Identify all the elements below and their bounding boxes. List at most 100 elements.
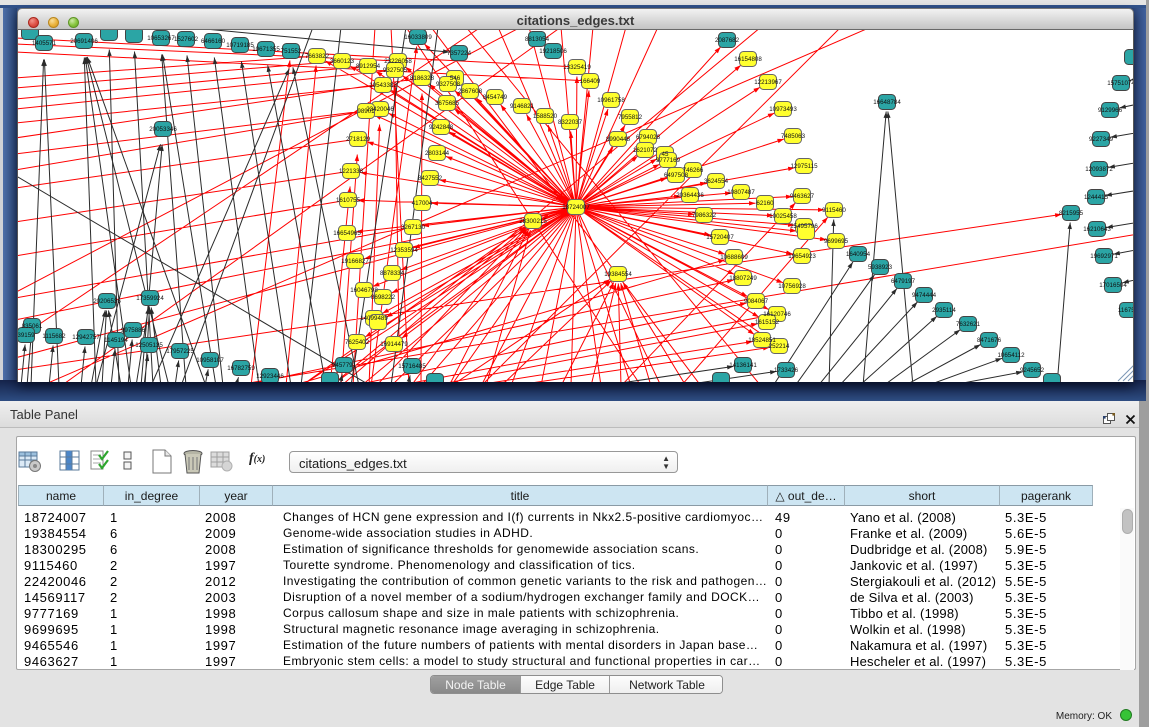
svg-text:16033809: 16033809 [404, 34, 432, 41]
svg-text:20053346: 20053346 [149, 126, 177, 133]
svg-text:9474444: 9474444 [912, 292, 937, 299]
svg-text:8990448: 8990448 [606, 136, 631, 143]
svg-text:17957225: 17957225 [166, 348, 194, 355]
svg-text:25495796: 25495796 [790, 223, 818, 230]
svg-text:8322037: 8322037 [558, 119, 583, 126]
svg-text:16120746: 16120746 [763, 311, 791, 318]
svg-text:2087682: 2087682 [715, 37, 740, 44]
svg-text:12353594: 12353594 [390, 247, 418, 254]
svg-text:9327508: 9327508 [436, 81, 461, 88]
svg-text:9463627: 9463627 [790, 193, 815, 200]
svg-text:3675685: 3675685 [435, 100, 460, 107]
svg-text:23226058: 23226058 [384, 58, 412, 65]
svg-text:116753: 116753 [1118, 307, 1134, 314]
svg-text:1527602: 1527602 [174, 36, 199, 43]
svg-text:8912954: 8912954 [356, 63, 381, 70]
svg-text:9777169: 9777169 [656, 157, 681, 164]
svg-text:10719185: 10719185 [226, 42, 254, 49]
svg-text:19384554: 19384554 [604, 271, 632, 278]
svg-text:20691406: 20691406 [70, 38, 98, 45]
svg-text:1610755: 1610755 [336, 197, 361, 204]
svg-text:6794028: 6794028 [636, 134, 661, 141]
svg-text:9457791: 9457791 [332, 362, 357, 369]
svg-text:28300215: 28300215 [519, 218, 547, 225]
svg-text:10543382: 10543382 [369, 82, 397, 89]
svg-text:18724007: 18724007 [562, 204, 590, 211]
svg-text:16782759: 16782759 [227, 365, 255, 372]
svg-text:8813054: 8813054 [525, 36, 550, 43]
svg-text:751552: 751552 [281, 48, 302, 55]
svg-text:12923446: 12923446 [256, 373, 284, 380]
svg-text:10973493: 10973493 [769, 106, 797, 113]
svg-text:8878334: 8878334 [380, 270, 405, 277]
svg-text:1615152: 1615152 [755, 319, 780, 326]
svg-text:7625402: 7625402 [345, 339, 370, 346]
svg-text:2935114: 2935114 [932, 307, 956, 314]
svg-text:7357224: 7357224 [447, 50, 472, 57]
svg-text:14136141: 14136141 [729, 362, 757, 369]
svg-text:9227349: 9227349 [1089, 136, 1114, 143]
svg-text:8698222: 8698222 [371, 294, 396, 301]
svg-text:16154808: 16154808 [734, 56, 762, 63]
svg-text:3660123: 3660123 [330, 58, 355, 65]
svg-text:9084067: 9084067 [744, 298, 769, 305]
svg-text:9327505: 9327505 [383, 67, 408, 74]
svg-text:1640954: 1640954 [846, 251, 871, 258]
svg-text:19218506: 19218506 [539, 48, 567, 55]
svg-text:62160: 62160 [756, 200, 774, 207]
svg-text:10958107: 10958107 [196, 357, 224, 364]
svg-text:12505135: 12505135 [135, 342, 163, 349]
svg-text:1221338: 1221338 [339, 168, 364, 175]
svg-text:9975886: 9975886 [121, 327, 146, 334]
svg-text:6466160: 6466160 [201, 38, 226, 45]
svg-text:5938923: 5938923 [868, 264, 893, 271]
svg-text:15751074: 15751074 [1107, 80, 1134, 87]
svg-text:8186328: 8186328 [410, 75, 435, 82]
svg-text:2867608: 2867608 [458, 88, 483, 95]
svg-text:1621072: 1621072 [633, 147, 658, 154]
svg-text:417004: 417004 [412, 200, 433, 207]
svg-text:7663822: 7663822 [305, 53, 330, 60]
svg-text:12975115: 12975115 [790, 163, 818, 170]
svg-text:9242848: 9242848 [429, 124, 454, 131]
svg-text:2718129: 2718129 [346, 136, 371, 143]
svg-text:10807487: 10807487 [727, 189, 755, 196]
svg-text:3624554: 3624554 [704, 178, 729, 185]
svg-text:19692971: 19692971 [1090, 253, 1118, 260]
svg-text:835061: 835061 [22, 323, 43, 330]
svg-text:20206536: 20206536 [93, 298, 121, 305]
svg-text:1244415: 1244415 [1084, 194, 1109, 201]
svg-text:1588520: 1588520 [533, 113, 558, 120]
svg-text:10025458: 10025458 [769, 213, 797, 220]
svg-text:9115460: 9115460 [822, 207, 846, 214]
svg-text:8471676: 8471676 [977, 337, 1002, 344]
svg-text:166409: 166409 [580, 78, 601, 85]
svg-text:18807249: 18807249 [729, 275, 757, 282]
svg-text:17359924: 17359924 [136, 295, 164, 302]
svg-text:3267130: 3267130 [401, 224, 426, 231]
svg-text:10688609: 10688609 [720, 254, 748, 261]
svg-text:1145194: 1145194 [104, 337, 128, 344]
svg-text:1115682: 1115682 [42, 333, 66, 340]
svg-text:39159: 39159 [18, 332, 35, 339]
svg-text:10671355: 10671355 [252, 46, 280, 53]
svg-text:12213967: 12213967 [754, 79, 782, 86]
svg-text:6479197: 6479197 [891, 278, 916, 285]
svg-text:16914479: 16914479 [380, 341, 408, 348]
svg-text:6497508: 6497508 [664, 172, 689, 179]
svg-text:16046798: 16046798 [350, 287, 378, 294]
svg-text:9129966: 9129966 [1098, 107, 1123, 114]
svg-text:16654965: 16654965 [333, 230, 361, 237]
svg-text:10961758: 10961758 [597, 97, 625, 104]
svg-text:9699695: 9699695 [824, 238, 849, 245]
svg-text:10654112: 10654112 [997, 352, 1025, 359]
svg-text:7955812: 7955812 [618, 114, 643, 121]
svg-text:1405571: 1405571 [32, 40, 57, 47]
svg-text:12942757: 12942757 [72, 334, 100, 341]
svg-text:19654923: 19654923 [788, 253, 816, 260]
svg-text:16648784: 16648784 [873, 99, 901, 106]
svg-text:1733426: 1733426 [774, 367, 799, 374]
svg-text:252214: 252214 [769, 343, 790, 350]
svg-text:12093872: 12093872 [1085, 166, 1113, 173]
svg-text:10756928: 10756928 [778, 283, 806, 290]
